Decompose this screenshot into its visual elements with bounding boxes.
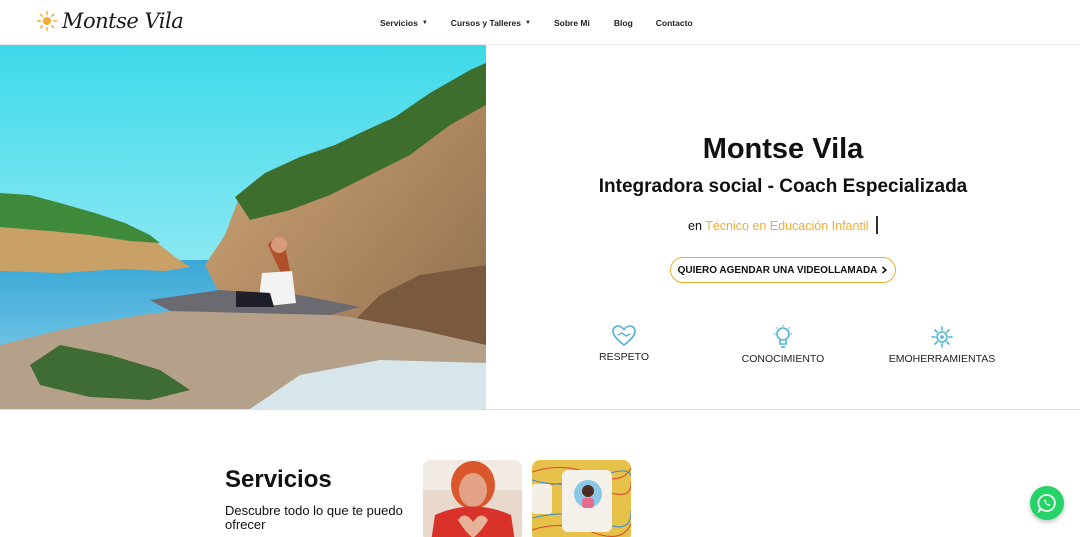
service-card-image[interactable] — [423, 460, 522, 537]
chevron-right-icon — [882, 266, 888, 274]
logo-text: Montse Vila — [62, 9, 184, 33]
services-subtitle: Descubre todo lo que te puedo ofrecer — [225, 503, 403, 532]
main-nav: Servicios ▼ Cursos y Talleres ▼ Sobre Mi… — [380, 0, 693, 45]
nav-label: Contacto — [655, 17, 693, 28]
value-label: RESPETO — [599, 351, 649, 363]
whatsapp-icon — [1037, 494, 1056, 513]
values-row: RESPETO CONOCIMIENTO EMOHERRAMIENTAS — [486, 325, 1080, 370]
hero-specialization: en Técnico en Educación Infantil — [486, 216, 1080, 234]
handshake-heart-icon — [612, 325, 636, 347]
nav-item-contacto[interactable]: Contacto — [656, 18, 693, 28]
nav-label: Servicios — [380, 17, 418, 28]
caret-down-icon: ▼ — [525, 19, 531, 26]
hero-role: Integradora social - Coach Especializada — [598, 176, 968, 197]
spec-accent-text: Técnico en Educación Infantil — [705, 219, 869, 233]
site-header: Montse Vila Servicios ▼ Cursos y Tallere… — [0, 0, 1080, 45]
nav-label: Cursos y Talleres — [450, 17, 522, 28]
schedule-videocall-button[interactable]: QUIERO AGENDAR UNA VIDEOLLAMADA — [670, 257, 896, 283]
value-conocimiento: CONOCIMIENTO — [723, 325, 843, 365]
nav-item-sobre-mi[interactable]: Sobre Mi — [554, 18, 590, 28]
site-logo[interactable]: Montse Vila — [36, 9, 184, 33]
value-emoherramientas: EMOHERRAMIENTAS — [882, 325, 1002, 365]
value-respeto: RESPETO — [564, 325, 684, 363]
whatsapp-chat-button[interactable] — [1030, 486, 1064, 520]
value-label: CONOCIMIENTO — [741, 353, 825, 365]
nav-label: Sobre Mi — [553, 17, 590, 28]
sun-logo-icon — [36, 10, 58, 32]
hero-photo — [0, 45, 486, 409]
nav-item-servicios[interactable]: Servicios ▼ — [380, 18, 428, 28]
cta-label: QUIERO AGENDAR UNA VIDEOLLAMADA — [677, 264, 878, 276]
nav-item-blog[interactable]: Blog — [614, 18, 633, 28]
service-card-image[interactable] — [532, 460, 631, 537]
caret-down-icon: ▼ — [421, 19, 428, 26]
hero-name: Montse Vila — [702, 133, 864, 165]
value-label: EMOHERRAMIENTAS — [888, 353, 996, 365]
service-image-emotion-cards — [532, 460, 631, 537]
hero-seaside-image — [0, 45, 486, 409]
spec-prefix: en — [688, 219, 702, 233]
typing-cursor — [875, 216, 878, 234]
services-title: Servicios — [225, 466, 332, 493]
nav-item-cursos-talleres[interactable]: Cursos y Talleres ▼ — [451, 18, 531, 28]
lightbulb-icon — [774, 325, 792, 348]
nav-label: Blog — [613, 17, 633, 28]
brain-gear-icon — [931, 326, 953, 348]
section-divider — [0, 409, 1080, 410]
service-image-heart-hands — [423, 460, 522, 537]
hero-intro: Montse Vila Integradora social - Coach E… — [486, 45, 1080, 409]
